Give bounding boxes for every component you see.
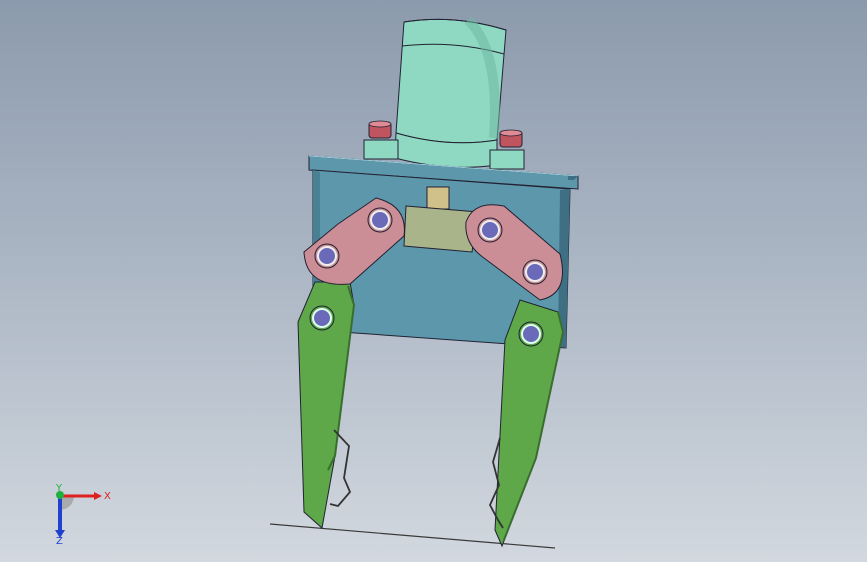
bolt-left[interactable] bbox=[363, 120, 399, 160]
left-link-upper-pin[interactable] bbox=[370, 210, 390, 230]
x-axis-label: X bbox=[104, 491, 111, 502]
right-finger-pivot-pin[interactable] bbox=[521, 324, 541, 344]
ground-line bbox=[269, 523, 556, 549]
left-finger-pivot-pin[interactable] bbox=[312, 308, 332, 328]
right-link-upper-pin[interactable] bbox=[480, 220, 500, 240]
gripper-model[interactable] bbox=[0, 0, 867, 562]
cad-viewport[interactable]: X Y Z bbox=[0, 0, 867, 562]
z-axis-label: Z bbox=[56, 536, 63, 546]
motor-cylinder[interactable] bbox=[394, 16, 507, 168]
left-link-lower-pin[interactable] bbox=[317, 246, 337, 266]
coordinate-triad: X Y Z bbox=[55, 483, 111, 546]
center-bushing[interactable] bbox=[426, 186, 450, 210]
left-finger[interactable] bbox=[297, 281, 356, 529]
y-axis-label: Y bbox=[55, 483, 63, 494]
right-link-lower-pin[interactable] bbox=[525, 262, 545, 282]
